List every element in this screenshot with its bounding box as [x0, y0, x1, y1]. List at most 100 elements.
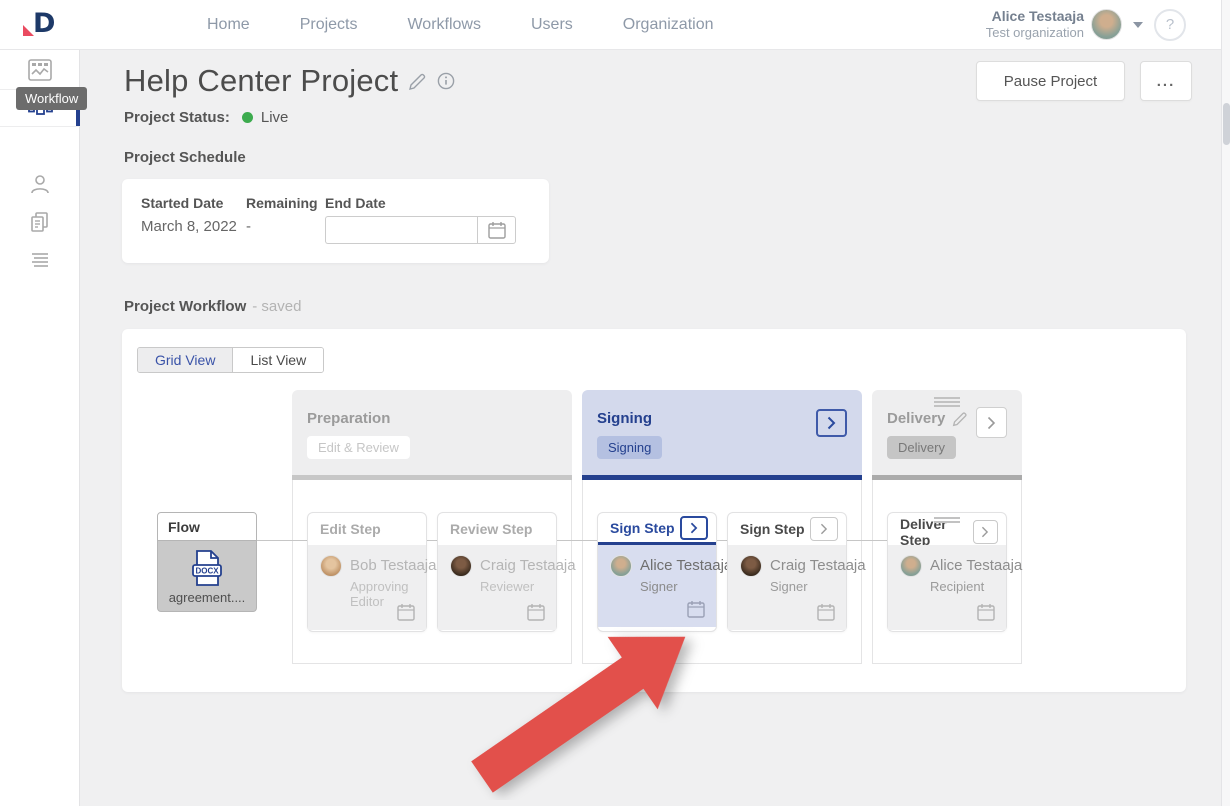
step-card-deliver[interactable]: Deliver Step Alice Testaaja Recipient	[887, 512, 1007, 632]
app-logo[interactable]: D	[0, 10, 80, 40]
avatar	[450, 555, 472, 577]
column-title: Delivery	[887, 410, 945, 427]
calendar-icon	[816, 602, 836, 622]
pencil-icon	[408, 72, 427, 91]
status-dot-icon	[242, 112, 253, 123]
page-scrollbar[interactable]	[1221, 0, 1230, 806]
schedule-heading: Project Schedule	[124, 149, 1221, 166]
avatar	[900, 555, 922, 577]
chevron-down-icon[interactable]	[1133, 22, 1143, 28]
page-title: Help Center Project	[124, 63, 398, 99]
user-organization: Test organization	[986, 25, 1084, 41]
nav-item-home[interactable]: Home	[207, 16, 250, 34]
end-date-label: End Date	[325, 195, 516, 211]
logo-letter: D	[33, 8, 55, 39]
step-card-edit[interactable]: Edit Step Bob Testaaja Approving Editor	[307, 512, 427, 632]
step-role: Signer	[770, 579, 866, 594]
help-button[interactable]: ?	[1154, 9, 1186, 41]
step-title: Edit Step	[320, 521, 381, 537]
calendar-icon	[396, 602, 416, 622]
list-icon	[29, 251, 51, 269]
question-mark-icon: ?	[1166, 16, 1174, 33]
sidebar-item-dashboard[interactable]	[0, 50, 80, 90]
step-title: Sign Step	[740, 521, 805, 537]
column-title: Signing	[597, 410, 847, 427]
documents-icon	[29, 211, 51, 233]
top-navbar: D Home Projects Workflows Users Organiza…	[0, 0, 1230, 50]
end-date-input[interactable]	[325, 216, 477, 244]
avatar	[740, 555, 762, 577]
edit-title-button[interactable]	[408, 72, 427, 91]
chevron-right-icon	[820, 523, 828, 535]
nav-item-projects[interactable]: Projects	[300, 16, 358, 34]
step-card-sign-active[interactable]: Sign Step Alice Testaaja Signer	[597, 512, 717, 632]
avatar	[610, 555, 632, 577]
users-icon	[29, 173, 51, 195]
calendar-icon	[526, 602, 546, 622]
sidebar	[0, 50, 80, 806]
sidebar-item-users[interactable]	[0, 166, 80, 202]
avatar	[320, 555, 342, 577]
project-status-value: Live	[261, 109, 289, 126]
grid-view-tab[interactable]: Grid View	[138, 348, 233, 372]
user-info: Alice Testaaja Test organization	[986, 8, 1084, 42]
schedule-card: Started Date March 8, 2022 Remaining - E…	[122, 179, 549, 263]
calendar-icon	[487, 220, 507, 240]
open-column-button[interactable]	[976, 407, 1007, 438]
pencil-icon[interactable]	[952, 411, 968, 427]
step-role: Reviewer	[480, 579, 576, 594]
chevron-right-icon	[690, 522, 698, 534]
column-tag: Signing	[597, 436, 662, 459]
nav-item-users[interactable]: Users	[531, 16, 573, 34]
open-column-button[interactable]	[816, 409, 847, 437]
step-role: Signer	[640, 579, 732, 594]
view-toggle: Grid View List View	[137, 347, 324, 373]
calendar-icon	[976, 602, 996, 622]
open-step-button[interactable]	[973, 520, 998, 544]
saved-note: - saved	[252, 298, 301, 315]
nav-item-workflows[interactable]: Workflows	[407, 16, 481, 34]
pause-project-button[interactable]: Pause Project	[976, 61, 1125, 101]
scrollbar-thumb[interactable]	[1223, 103, 1230, 145]
chevron-right-icon	[987, 416, 996, 430]
column-tag: Edit & Review	[307, 436, 410, 459]
flow-card-title: Flow	[158, 513, 256, 541]
step-person: Alice Testaaja	[640, 555, 732, 577]
flow-file-name: agreement....	[169, 590, 246, 605]
step-role: Approving Editor	[350, 579, 436, 609]
open-step-button[interactable]	[680, 516, 708, 540]
step-role: Recipient	[930, 579, 1022, 594]
main-nav: Home Projects Workflows Users Organizati…	[207, 16, 713, 34]
docx-file-icon: DOCX	[191, 550, 223, 586]
workflow-tooltip: Workflow	[16, 87, 87, 110]
end-date-calendar-button[interactable]	[477, 216, 516, 244]
project-info-button[interactable]	[437, 72, 455, 90]
workflow-card: Grid View List View Flow DOCX agreement.…	[122, 329, 1186, 692]
user-avatar[interactable]	[1091, 9, 1122, 40]
chevron-right-icon	[827, 416, 836, 430]
sidebar-item-documents[interactable]	[0, 204, 80, 240]
step-person: Craig Testaaja	[480, 555, 576, 577]
open-step-button[interactable]	[810, 517, 838, 541]
drag-handle-icon[interactable]	[934, 517, 960, 525]
more-actions-button[interactable]: ...	[1140, 61, 1192, 101]
user-name: Alice Testaaja	[986, 8, 1084, 26]
step-card-sign[interactable]: Sign Step Craig Testaaja Signer	[727, 512, 847, 632]
remaining-value: -	[246, 218, 325, 235]
calendar-icon	[686, 599, 706, 619]
step-person: Bob Testaaja	[350, 555, 436, 577]
nav-item-organization[interactable]: Organization	[623, 16, 714, 34]
step-person: Craig Testaaja	[770, 555, 866, 577]
main-content: Pause Project ... Help Center Project Pr…	[80, 50, 1221, 806]
started-date-label: Started Date	[141, 195, 246, 211]
workflow-heading: Project Workflow	[124, 298, 246, 315]
flow-card[interactable]: Flow DOCX agreement....	[157, 512, 257, 612]
list-view-tab[interactable]: List View	[233, 348, 323, 372]
step-title: Review Step	[450, 521, 532, 537]
drag-handle-icon[interactable]	[934, 397, 960, 409]
column-title: Preparation	[307, 410, 557, 427]
chevron-right-icon	[981, 526, 989, 538]
project-status-label: Project Status:	[124, 109, 230, 126]
sidebar-item-logs[interactable]	[0, 242, 80, 278]
step-card-review[interactable]: Review Step Craig Testaaja Reviewer	[437, 512, 557, 632]
